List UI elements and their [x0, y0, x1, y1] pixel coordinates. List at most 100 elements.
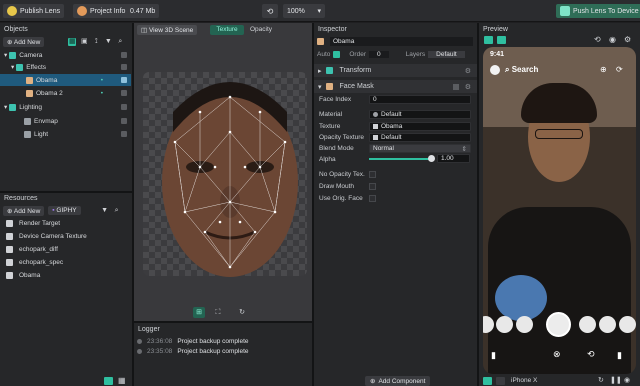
close-lens-icon[interactable]: ⊗: [553, 349, 561, 360]
use-orig-face-checkbox[interactable]: [369, 195, 376, 202]
filter-icon[interactable]: ▼: [104, 38, 112, 46]
resource-item[interactable]: Render Target: [6, 217, 60, 229]
resource-item[interactable]: Device Camera Texture: [6, 230, 87, 242]
reset-view-icon[interactable]: ↻: [236, 307, 248, 318]
device-preview-icon[interactable]: [483, 377, 492, 385]
draw-mouth-checkbox[interactable]: [369, 183, 376, 190]
visibility-checkbox[interactable]: [121, 52, 127, 58]
transform-section[interactable]: ▸ Transform ⚙: [314, 64, 477, 77]
visibility-checkbox[interactable]: [121, 90, 127, 96]
flip-camera-icon[interactable]: ⟳: [616, 65, 623, 74]
zoom-dropdown[interactable]: 100% ▾: [283, 4, 325, 18]
tree-item-light[interactable]: Light: [0, 128, 131, 140]
lens-carousel[interactable]: [483, 312, 636, 337]
alpha-field[interactable]: 1.00: [437, 154, 470, 163]
tree-item-effects[interactable]: ▾ Effects: [0, 61, 131, 73]
objects-add-new-button[interactable]: ⊕ Add New: [3, 36, 45, 47]
lens-option[interactable]: [496, 316, 513, 333]
record-icon[interactable]: ◉: [609, 35, 616, 44]
tab-texture[interactable]: Texture: [210, 25, 244, 35]
lens-option[interactable]: [483, 316, 494, 333]
resource-item[interactable]: Obama: [6, 269, 40, 281]
preview-header: Preview: [483, 26, 508, 33]
logger-header: Logger: [138, 326, 160, 333]
view-3d-scene-button[interactable]: ◫ View 3D Scene: [137, 25, 198, 35]
gear-icon[interactable]: ⚙: [465, 67, 471, 75]
grid-view-icon[interactable]: ▦: [118, 377, 127, 385]
rotate-icon[interactable]: ⟲: [594, 35, 601, 44]
expand-arrow-icon: ▾: [11, 64, 15, 71]
lens-option[interactable]: [599, 316, 616, 333]
resource-item[interactable]: echopark_diff: [6, 243, 58, 255]
restart-icon[interactable]: ↻: [598, 376, 604, 384]
preview-mode-icon[interactable]: [484, 36, 493, 44]
chevron-down-icon: ▾: [317, 8, 321, 15]
visibility-checkbox[interactable]: [121, 77, 127, 83]
filter-icon[interactable]: ▼: [101, 207, 109, 215]
face-index-field[interactable]: 0: [369, 95, 471, 104]
search-bar[interactable]: ⌕ Search: [505, 65, 538, 75]
device-dropdown[interactable]: iPhone X: [511, 377, 537, 384]
visibility-checkbox[interactable]: [121, 104, 127, 110]
face-mask-section[interactable]: ▾ Face Mask ⚙: [314, 80, 477, 93]
landscape-icon[interactable]: [496, 377, 505, 385]
profile-icon[interactable]: [490, 65, 500, 75]
visibility-checkbox[interactable]: [121, 64, 127, 70]
snapchat-logo-icon: [7, 6, 17, 16]
pin-icon[interactable]: ⟟: [92, 38, 100, 46]
grid-icon[interactable]: ▦: [68, 37, 77, 46]
push-lens-button[interactable]: Push Lens To Device: [556, 4, 640, 18]
screenshot-icon[interactable]: ◉: [624, 376, 630, 384]
capture-button[interactable]: [546, 312, 571, 337]
layers-dropdown[interactable]: Default: [428, 50, 465, 58]
alpha-slider-handle[interactable]: [428, 155, 435, 162]
chat-icon[interactable]: ▮: [491, 350, 496, 361]
order-field[interactable]: 0: [369, 50, 389, 58]
tree-item-obama-2[interactable]: Obama 2 •: [0, 87, 131, 99]
auto-toggle[interactable]: [333, 50, 341, 58]
list-view-icon[interactable]: [104, 377, 113, 385]
lens-option[interactable]: [579, 316, 596, 333]
visibility-checkbox[interactable]: [121, 131, 127, 137]
face-mask-icon: [325, 83, 333, 90]
lens-option[interactable]: [619, 316, 636, 333]
blend-mode-dropdown[interactable]: Normal ⇕: [369, 144, 471, 153]
render-target-icon: [6, 219, 13, 227]
visibility-checkbox[interactable]: [121, 118, 127, 124]
tree-item-obama[interactable]: Obama •: [0, 74, 131, 86]
resources-add-new-button[interactable]: ⊕ Add New: [3, 205, 45, 216]
add-friend-icon[interactable]: ⊕: [600, 65, 607, 74]
cube-icon: ◫: [141, 27, 148, 34]
tree-item-camera[interactable]: ▾ Camera: [0, 49, 131, 61]
mesh-view-icon[interactable]: ⊞: [193, 307, 205, 318]
search-icon[interactable]: ⌕: [113, 207, 121, 215]
texture-field[interactable]: Obama: [369, 122, 471, 131]
gear-icon[interactable]: ⚙: [465, 83, 471, 91]
stories-icon[interactable]: ⟲: [587, 349, 595, 360]
fit-view-icon[interactable]: ⛶: [212, 307, 224, 318]
publish-lens-button[interactable]: Publish Lens: [3, 4, 65, 18]
tree-item-envmap[interactable]: Envmap: [0, 115, 131, 127]
settings-icon[interactable]: ⚙: [624, 35, 631, 44]
add-component-button[interactable]: ⊕ Add Component: [365, 376, 431, 386]
phone-preview[interactable]: 9:41 ⌕ Search ⊕ ⟳ ▮ ⊗ ⟲ ▮: [483, 47, 636, 374]
enabled-checkbox[interactable]: [453, 83, 459, 90]
lens-option[interactable]: [516, 316, 533, 333]
scene-icon[interactable]: ▣: [80, 38, 88, 46]
camera-mode-icon[interactable]: [497, 36, 506, 44]
tab-opacity[interactable]: Opacity: [246, 25, 276, 35]
no-opacity-checkbox[interactable]: [369, 171, 376, 178]
search-icon[interactable]: ⌕: [116, 38, 124, 46]
opacity-texture-field[interactable]: Default: [369, 133, 471, 142]
object-name-field[interactable]: Obama: [330, 37, 473, 46]
resource-item[interactable]: echopark_spec: [6, 256, 63, 268]
tree-item-lighting[interactable]: ▾ Lighting: [0, 101, 131, 113]
project-info-button[interactable]: Project Info: [73, 4, 130, 18]
discover-icon[interactable]: ▮: [617, 350, 622, 361]
history-button[interactable]: ⟲: [262, 4, 278, 18]
giphy-button[interactable]: ▪ GIPHY: [48, 206, 81, 215]
objects-toolbar: ⊕ Add New ▦ ▣ ⟟ ▼ ⌕: [0, 35, 132, 48]
pause-icon[interactable]: ❚❚: [610, 376, 622, 384]
alpha-slider[interactable]: [369, 158, 431, 160]
material-field[interactable]: Default: [369, 110, 471, 119]
